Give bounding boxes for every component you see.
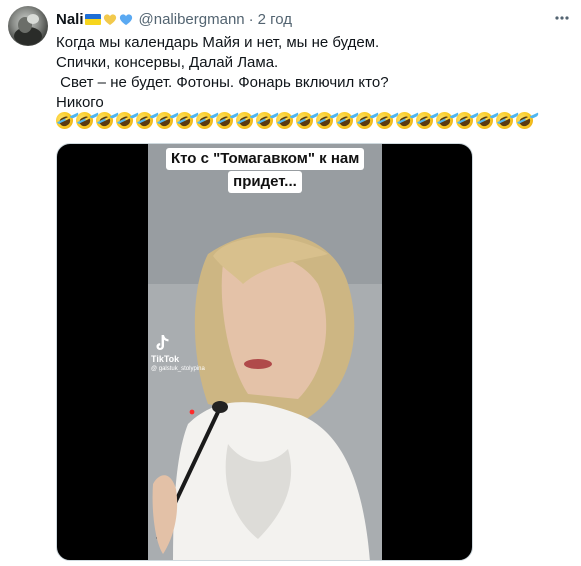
rolling-laughing-emoji-icon: [73, 109, 96, 132]
author-name[interactable]: Nali: [56, 11, 84, 28]
more-horizontal-icon: [555, 16, 569, 20]
separator-dot: ·: [248, 10, 254, 28]
rolling-laughing-emoji-icon: [193, 109, 216, 132]
rolling-laughing-emoji-icon: [113, 109, 136, 132]
rolling-laughing-emoji-icon: [433, 109, 456, 132]
rolling-laughing-emoji-icon: [313, 109, 336, 132]
author-handle[interactable]: @nalibergmann: [139, 11, 245, 28]
video-frame[interactable]: Кто с "Томагавком" к нам придет... TikTo…: [148, 144, 382, 560]
emoji-row: [53, 109, 536, 132]
rolling-laughing-emoji-icon: [53, 109, 76, 132]
timestamp[interactable]: 2 год: [258, 11, 292, 28]
rolling-laughing-emoji-icon: [133, 109, 156, 132]
rolling-laughing-emoji-icon: [413, 109, 436, 132]
tweet-text-line: Когда мы календарь Майя и нет, мы не буд…: [56, 34, 380, 51]
caption-line: Кто с "Томагавком" к нам: [166, 148, 365, 170]
tweet: Nali @nalibergmann · 2 год Когда мы кале…: [0, 0, 581, 566]
tweet-header: Nali @nalibergmann · 2 год: [56, 9, 292, 29]
rolling-laughing-emoji-icon: [253, 109, 276, 132]
tweet-text: Когда мы календарь Майя и нет, мы не буд…: [56, 33, 576, 113]
tiktok-watermark: TikTok @ galstuk_stolypina: [151, 334, 205, 374]
tweet-text-line: Свет – не будет. Фотоны. Фонарь включил …: [56, 74, 389, 91]
rolling-laughing-emoji-icon: [273, 109, 296, 132]
video-media[interactable]: Кто с "Томагавком" к нам придет... TikTo…: [56, 143, 473, 561]
rolling-laughing-emoji-icon: [153, 109, 176, 132]
rolling-laughing-emoji-icon: [333, 109, 356, 132]
rolling-laughing-emoji-icon: [453, 109, 476, 132]
blue-heart-icon: [119, 13, 132, 25]
rolling-laughing-emoji-icon: [213, 109, 236, 132]
tiktok-icon: [156, 335, 169, 350]
rolling-laughing-emoji-icon: [493, 109, 516, 132]
yellow-heart-icon: [103, 13, 116, 25]
rolling-laughing-emoji-icon: [373, 109, 396, 132]
author-badges: [84, 13, 133, 26]
rolling-laughing-emoji-icon: [173, 109, 196, 132]
tiktok-user: @ galstuk_stolypina: [151, 366, 205, 372]
rolling-laughing-emoji-icon: [513, 109, 536, 132]
rolling-laughing-emoji-icon: [393, 109, 416, 132]
rolling-laughing-emoji-icon: [293, 109, 316, 132]
tweet-text-line: Никого: [56, 94, 104, 111]
ukraine-flag-icon: [84, 13, 101, 25]
rolling-laughing-emoji-icon: [233, 109, 256, 132]
rolling-laughing-emoji-icon: [353, 109, 376, 132]
rolling-laughing-emoji-icon: [93, 109, 116, 132]
more-options-button[interactable]: [552, 10, 572, 26]
tiktok-brand: TikTok: [151, 354, 180, 364]
caption-line: придет...: [228, 171, 302, 193]
rolling-laughing-emoji-icon: [473, 109, 496, 132]
tweet-text-line: Спички, консервы, Далай Лама.: [56, 54, 279, 71]
video-caption: Кто с "Томагавком" к нам придет...: [166, 148, 365, 194]
avatar[interactable]: [8, 6, 48, 46]
